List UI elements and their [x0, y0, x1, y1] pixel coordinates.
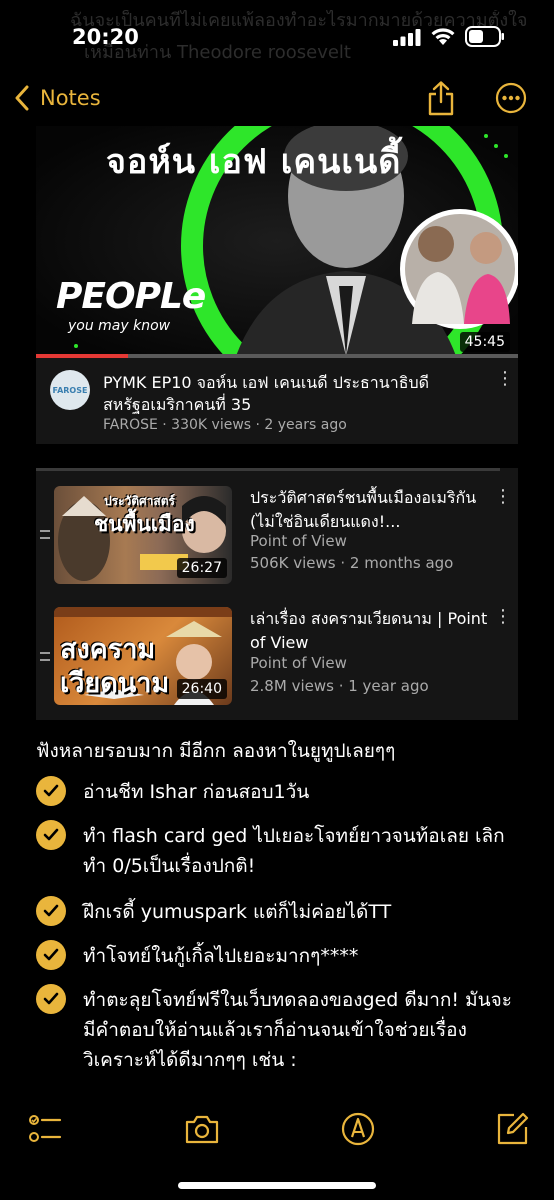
video-duration: 26:40 — [176, 679, 227, 699]
drag-handle-icon[interactable] — [40, 530, 50, 539]
note-content[interactable]: จอห์น เอฟ เคนเนดี้ PEOPLe you may know 4… — [0, 126, 554, 1106]
thumbnail-heading: ชนพื้นเมือง — [94, 512, 195, 536]
checklist-text[interactable]: อ่านชีท Ishar ก่อนสอบ1วัน — [83, 777, 523, 807]
checkmark-icon[interactable] — [36, 820, 66, 850]
wifi-icon — [431, 28, 455, 45]
video-menu-icon[interactable]: ⋮ — [494, 608, 512, 626]
checklist-icon[interactable] — [27, 1111, 63, 1147]
playlist-video-meta: 506K views · 2 months ago — [250, 554, 454, 572]
playlist-video-channel: Point of View — [250, 532, 347, 550]
playlist-video-meta: 2.8M views · 1 year ago — [250, 677, 429, 695]
chevron-left-icon — [15, 85, 29, 111]
watch-progress-fill — [36, 354, 128, 358]
divider — [36, 468, 500, 471]
channel-avatar[interactable]: FAROSE — [50, 370, 90, 410]
bottom-toolbar — [0, 1106, 554, 1200]
navigation-bar: Notes — [0, 70, 554, 126]
back-label: Notes — [40, 86, 101, 110]
compose-note-icon[interactable] — [494, 1111, 530, 1147]
more-options-icon[interactable] — [495, 82, 527, 114]
markup-pen-icon[interactable] — [340, 1111, 376, 1147]
video-menu-icon[interactable]: ⋮ — [494, 488, 512, 506]
youtube-playlist-card[interactable]: ประวัติศาสตร์ ชนพื้นเมือง 26:27 ประวัติศ… — [36, 468, 518, 720]
battery-icon — [465, 26, 504, 47]
check-glyph — [43, 828, 59, 841]
cellular-signal-icon — [393, 29, 421, 46]
thumbnail-title: จอห์น เอฟ เคนเนดี้ — [106, 142, 402, 182]
playlist-thumbnail[interactable]: สงคราม เวียดนาม 26:40 — [54, 607, 232, 705]
share-icon[interactable] — [425, 80, 457, 116]
playlist-video-channel: Point of View — [250, 654, 347, 672]
thumbnail-heading-2: เวียดนาม — [60, 668, 170, 699]
check-glyph — [43, 948, 59, 961]
checkmark-icon[interactable] — [36, 776, 66, 806]
status-bar: ฉันจะเป็นคนที่ไม่เคยแพ้ลองทำอะไรมากมายด้… — [0, 0, 554, 70]
watch-progress-bar — [36, 354, 518, 358]
note-paragraph[interactable]: ฟังหลายรอบมาก มีอีกก ลองหาในยูทูปเลยๆๆ — [36, 736, 395, 766]
camera-icon[interactable] — [184, 1111, 220, 1147]
playlist-video-title[interactable]: เล่าเรื่อง สงครามเวียดนาม | Point of Vie… — [250, 607, 490, 655]
playlist-video-title[interactable]: ประวัติศาสตร์ชนพื้นเมืองอเมริกัน (ไม่ใช่… — [250, 486, 490, 534]
checklist-text[interactable]: ทำตะลุยโจทย์ฟรีในเว็บทดลองของged ดีมาก! … — [83, 985, 523, 1075]
video-thumbnail[interactable]: จอห์น เอฟ เคนเนดี้ PEOPLe you may know 4… — [36, 126, 518, 356]
checkmark-icon[interactable] — [36, 940, 66, 970]
playlist-thumbnail[interactable]: ประวัติศาสตร์ ชนพื้นเมือง 26:27 — [54, 486, 232, 584]
video-duration: 26:27 — [176, 558, 227, 578]
people-logo-subtitle: you may know — [68, 318, 171, 334]
checklist-text[interactable]: ทำ flash card ged ไปเยอะโจทย์ยาวจนท้อเลย… — [83, 821, 523, 881]
checkmark-icon[interactable] — [36, 896, 66, 926]
video-meta: FAROSE · 330K views · 2 years ago — [103, 417, 347, 433]
checklist-text[interactable]: ทำโจทย์ในกู้เกิ้ลไปเยอะมากๆ**** — [83, 941, 523, 971]
checklist-text[interactable]: ฝึกเรดี้ yumuspark แต่ก็ไม่ค่อยได้TT — [83, 897, 523, 927]
drag-handle-icon[interactable] — [40, 652, 50, 661]
youtube-embed-card[interactable]: จอห์น เอฟ เคนเนดี้ PEOPLe you may know 4… — [36, 126, 518, 444]
check-glyph — [43, 784, 59, 797]
video-menu-icon[interactable]: ⋮ — [496, 370, 514, 388]
people-logo: PEOPLe — [56, 276, 206, 317]
clock: 20:20 — [72, 25, 139, 49]
video-title[interactable]: PYMK EP10 จอห์น เอฟ เคนเนดี ประธานาธิบดี… — [103, 372, 483, 416]
home-indicator[interactable] — [178, 1182, 376, 1189]
video-duration: 45:45 — [459, 332, 510, 352]
check-glyph — [43, 992, 59, 1005]
back-to-notes-button[interactable]: Notes — [14, 83, 101, 113]
check-glyph — [43, 904, 59, 917]
checkmark-icon[interactable] — [36, 984, 66, 1014]
